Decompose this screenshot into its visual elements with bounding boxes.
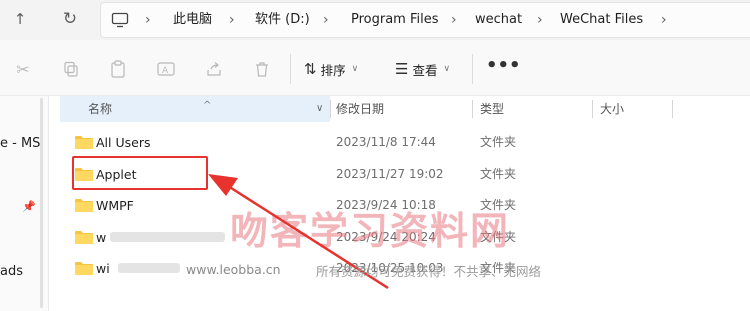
view-icon: ☰	[395, 60, 409, 78]
chevron-down-icon: ∨	[351, 64, 359, 74]
delete-icon[interactable]	[251, 58, 273, 80]
toolbar-divider	[290, 54, 291, 84]
toolbar-divider	[472, 54, 473, 84]
sort-button[interactable]: ⇅ 排序 ∨	[304, 57, 358, 81]
navigation-pane: e - MS 📌 ads	[0, 96, 49, 311]
pin-icon: 📌	[22, 200, 36, 213]
breadcrumb-separator-icon[interactable]: ›	[229, 3, 235, 37]
column-header-type[interactable]: 类型	[472, 96, 600, 122]
nav-item[interactable]: e - MS	[0, 136, 40, 151]
folder-icon	[75, 231, 93, 244]
watermark-url: www.leobba.cn	[186, 262, 281, 277]
column-header-row: ^ 名称 ∨ 修改日期 类型 大小	[60, 96, 750, 122]
watermark-title: 吻客学习资料网	[230, 208, 511, 253]
column-header-name[interactable]: ^ 名称 ∨	[60, 96, 330, 122]
file-type: 文件夹	[480, 167, 517, 181]
share-icon[interactable]	[203, 58, 225, 80]
copy-icon[interactable]	[60, 58, 82, 80]
breadcrumb-program-files[interactable]: Program Files	[351, 3, 439, 37]
highlight-box	[72, 156, 208, 190]
breadcrumb-wechat-files[interactable]: WeChat Files	[560, 3, 643, 37]
folder-icon	[75, 262, 93, 275]
breadcrumb-separator-icon[interactable]: ›	[537, 3, 543, 37]
chevron-down-icon[interactable]: ∨	[316, 96, 323, 122]
computer-icon[interactable]	[111, 12, 129, 28]
file-name: w	[96, 230, 107, 245]
refresh-icon[interactable]: ↻	[56, 6, 84, 32]
command-bar: ✂ A ⇅ 排序 ∨ ☰ 查看 ∨ •••	[0, 40, 750, 96]
more-options-button[interactable]: •••	[486, 55, 521, 81]
column-divider[interactable]	[672, 100, 673, 118]
file-name: WMPF	[96, 198, 134, 213]
column-header-size[interactable]: 大小	[592, 96, 680, 122]
breadcrumb-drive-d[interactable]: 软件 (D:)	[255, 3, 310, 37]
file-name: All Users	[96, 135, 151, 150]
breadcrumb-this-pc[interactable]: 此电脑	[173, 3, 212, 37]
redacted-name	[118, 263, 180, 273]
rename-icon[interactable]: A	[155, 58, 177, 80]
paste-icon[interactable]	[107, 58, 129, 80]
breadcrumb: › 此电脑 › 软件 (D:) › Program Files › wechat…	[100, 2, 750, 38]
sort-icon: ⇅	[304, 60, 317, 78]
scrollbar[interactable]	[40, 98, 43, 308]
watermark-note: 所有资源均可免费获得！不共享、无网络	[316, 264, 542, 279]
file-date: 2023/11/8 17:44	[336, 135, 436, 149]
breadcrumb-separator-icon[interactable]: ›	[323, 3, 329, 37]
breadcrumb-separator-icon[interactable]: ›	[451, 3, 457, 37]
address-bar: ↑ ↻ › 此电脑 › 软件 (D:) › Program Files › we…	[0, 0, 750, 40]
up-arrow-icon[interactable]: ↑	[6, 6, 34, 32]
folder-icon	[75, 199, 93, 212]
column-header-date[interactable]: 修改日期	[330, 96, 478, 122]
sort-ascending-icon: ^	[203, 100, 212, 111]
file-type: 文件夹	[480, 135, 517, 149]
breadcrumb-wechat[interactable]: wechat	[475, 3, 522, 37]
column-name-label: 名称	[88, 102, 113, 116]
folder-icon	[75, 136, 93, 149]
view-label: 查看	[412, 62, 438, 78]
file-name: wi	[96, 261, 110, 276]
breadcrumb-separator-icon[interactable]: ›	[661, 3, 667, 37]
cut-icon[interactable]: ✂	[12, 58, 34, 80]
breadcrumb-separator-icon[interactable]: ›	[145, 3, 151, 37]
view-button[interactable]: ☰ 查看 ∨	[395, 57, 450, 81]
sort-label: 排序	[320, 62, 346, 78]
file-row[interactable]: All Users 2023/11/8 17:44 文件夹	[60, 127, 750, 158]
svg-text:A: A	[162, 66, 169, 76]
redacted-name	[110, 232, 225, 242]
nav-item[interactable]: ads	[0, 264, 23, 279]
chevron-down-icon: ∨	[443, 64, 451, 74]
file-date: 2023/11/27 19:02	[336, 167, 444, 181]
